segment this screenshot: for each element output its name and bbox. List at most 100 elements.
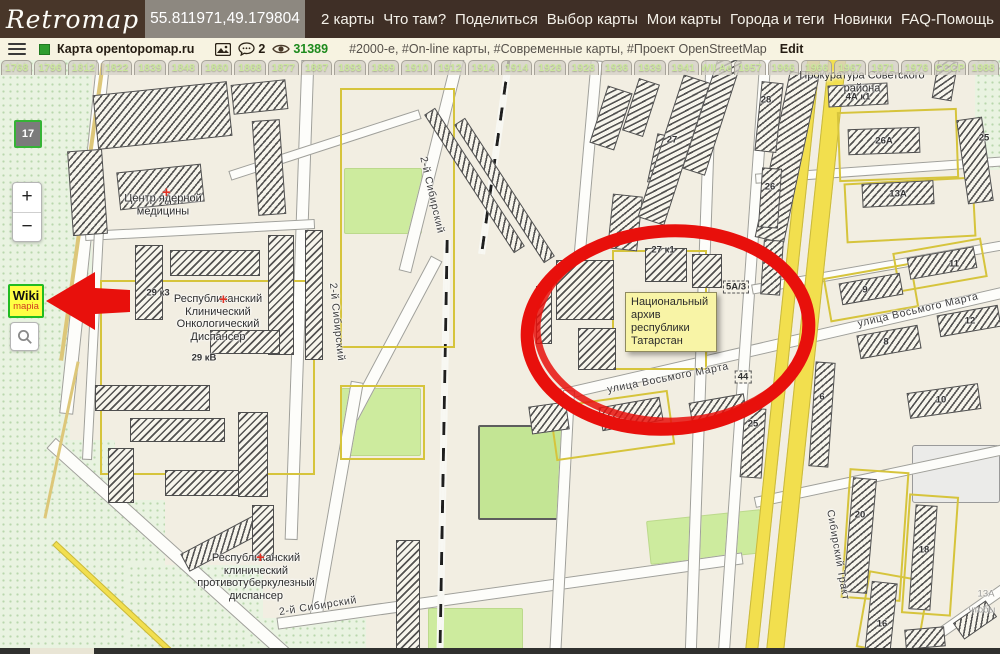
building — [578, 328, 616, 370]
year-tab[interactable]: 1928 — [568, 60, 599, 75]
hamburger-menu-icon[interactable] — [8, 43, 26, 55]
building — [238, 412, 268, 497]
building — [556, 260, 614, 320]
year-tab[interactable]: 1893 — [334, 60, 365, 75]
wikimapia-button[interactable]: Wiki mapia — [8, 284, 44, 318]
menu-item[interactable]: Города и теги — [730, 11, 825, 28]
year-tab[interactable]: 1912 — [434, 60, 465, 75]
place-tooltip: Национальный архив республики Татарстан — [625, 292, 717, 352]
building — [645, 248, 687, 282]
building — [305, 230, 323, 360]
year-tab[interactable]: 1914 — [501, 60, 532, 75]
building — [904, 626, 946, 649]
building — [454, 118, 555, 263]
comments-count: 2 — [258, 42, 265, 56]
year-tab[interactable]: 1796 — [34, 60, 65, 75]
building — [848, 127, 921, 155]
edit-link[interactable]: Edit — [780, 42, 804, 56]
year-tab[interactable]: 1936 — [601, 60, 632, 75]
building — [907, 383, 982, 419]
search-button[interactable] — [10, 322, 39, 351]
year-tab[interactable]: 1910 — [401, 60, 432, 75]
building — [607, 194, 643, 252]
street-road — [573, 60, 602, 260]
year-tab[interactable]: 1848 — [168, 60, 199, 75]
stadium-area — [478, 425, 563, 520]
building — [528, 401, 570, 434]
year-tab[interactable]: 1971 — [868, 60, 899, 75]
building — [170, 250, 260, 276]
menu-item[interactable]: Мои карты — [647, 11, 721, 28]
block-outline — [340, 385, 425, 460]
main-menu: 2 карты Что там? Поделиться Выбор карты Мои … — [305, 0, 1000, 38]
year-tab[interactable]: 1860 — [201, 60, 232, 75]
building — [953, 600, 997, 639]
building — [210, 330, 280, 354]
year-tab[interactable]: 1966 — [801, 60, 832, 75]
map-canvas[interactable]: 2-й Сибирский2-й Сибирский2-й Сибирскийу… — [0, 60, 1000, 654]
year-tab[interactable]: 1899 — [368, 60, 399, 75]
year-tab[interactable]: 1868 — [234, 60, 265, 75]
building — [92, 81, 232, 150]
building — [67, 149, 108, 236]
building — [396, 540, 420, 654]
year-tab[interactable]: СССР — [934, 60, 965, 75]
year-tab[interactable]: 1967 — [834, 60, 865, 75]
building — [95, 385, 210, 411]
building — [135, 245, 163, 320]
year-tab[interactable]: 1926 — [534, 60, 565, 75]
year-tab[interactable]: 1941 — [668, 60, 699, 75]
zoom-level-indicator: 17 — [14, 120, 42, 148]
map-status-square — [39, 44, 50, 55]
medical-cross-marker: + — [219, 295, 228, 305]
building — [827, 82, 888, 107]
year-tab[interactable]: 1877 — [268, 60, 299, 75]
building — [692, 254, 722, 288]
year-tab[interactable]: 1812 — [68, 60, 99, 75]
retromap-app: Retromap 55.811971,49.179804 2 карты Что … — [0, 0, 1000, 654]
year-tab[interactable]: 1988 — [968, 60, 999, 75]
year-tab[interactable]: 1966 — [768, 60, 799, 75]
building — [116, 164, 205, 211]
building — [740, 407, 767, 478]
building — [108, 448, 134, 503]
zoom-in-button[interactable]: + — [13, 183, 41, 213]
building — [861, 180, 934, 208]
year-tab[interactable]: 1976 — [901, 60, 932, 75]
bottom-timeline-strip[interactable] — [0, 648, 1000, 654]
year-tab[interactable]: 1822 — [101, 60, 132, 75]
building — [130, 418, 225, 442]
building — [252, 119, 287, 216]
hashtag-list[interactable]: #2000-е, #On-line карты, #Современные ка… — [349, 42, 767, 56]
comments-icon[interactable]: 2 — [238, 42, 265, 56]
menu-item[interactable]: 2 карты — [321, 11, 374, 28]
year-tab[interactable]: WWII Aero — [701, 60, 732, 75]
menu-item[interactable]: Что там? — [383, 11, 446, 28]
building — [758, 167, 782, 228]
menu-item[interactable]: FAQ-Помощь — [901, 11, 994, 28]
search-icon — [17, 329, 33, 345]
year-tab[interactable]: 1939 — [634, 60, 665, 75]
map-layers: 2-й Сибирский2-й Сибирский2-й Сибирскийу… — [0, 60, 1000, 654]
views-count: 31389 — [293, 42, 328, 56]
zoom-out-button[interactable]: − — [13, 213, 41, 242]
building — [760, 239, 784, 295]
top-navigation-bar: Retromap 55.811971,49.179804 2 карты Что … — [0, 0, 1000, 38]
menu-item[interactable]: Новинки — [833, 11, 892, 28]
year-tab[interactable]: 1914 — [468, 60, 499, 75]
coordinates-display[interactable]: 55.811971,49.179804 — [145, 0, 305, 38]
year-tab[interactable]: 1957 — [734, 60, 765, 75]
year-tab[interactable]: 1768 — [1, 60, 32, 75]
views-icon: 31389 — [272, 42, 328, 56]
map-info-toolbar: Карта opentopomap.ru 2 31389 #2000-е, #O… — [0, 38, 1000, 60]
year-tab[interactable]: 1839 — [134, 60, 165, 75]
building — [536, 286, 552, 344]
menu-item[interactable]: Выбор карты — [547, 11, 638, 28]
year-tab[interactable]: 1887 — [301, 60, 332, 75]
retromap-logo[interactable]: Retromap — [0, 0, 145, 38]
year-timeline: 1768179618121822183918481860186818771887… — [0, 60, 1000, 76]
current-map-title: Карта opentopomap.ru — [57, 42, 194, 56]
image-icon[interactable] — [215, 43, 231, 56]
medical-cross-marker: + — [256, 553, 265, 563]
menu-item[interactable]: Поделиться — [455, 11, 538, 28]
